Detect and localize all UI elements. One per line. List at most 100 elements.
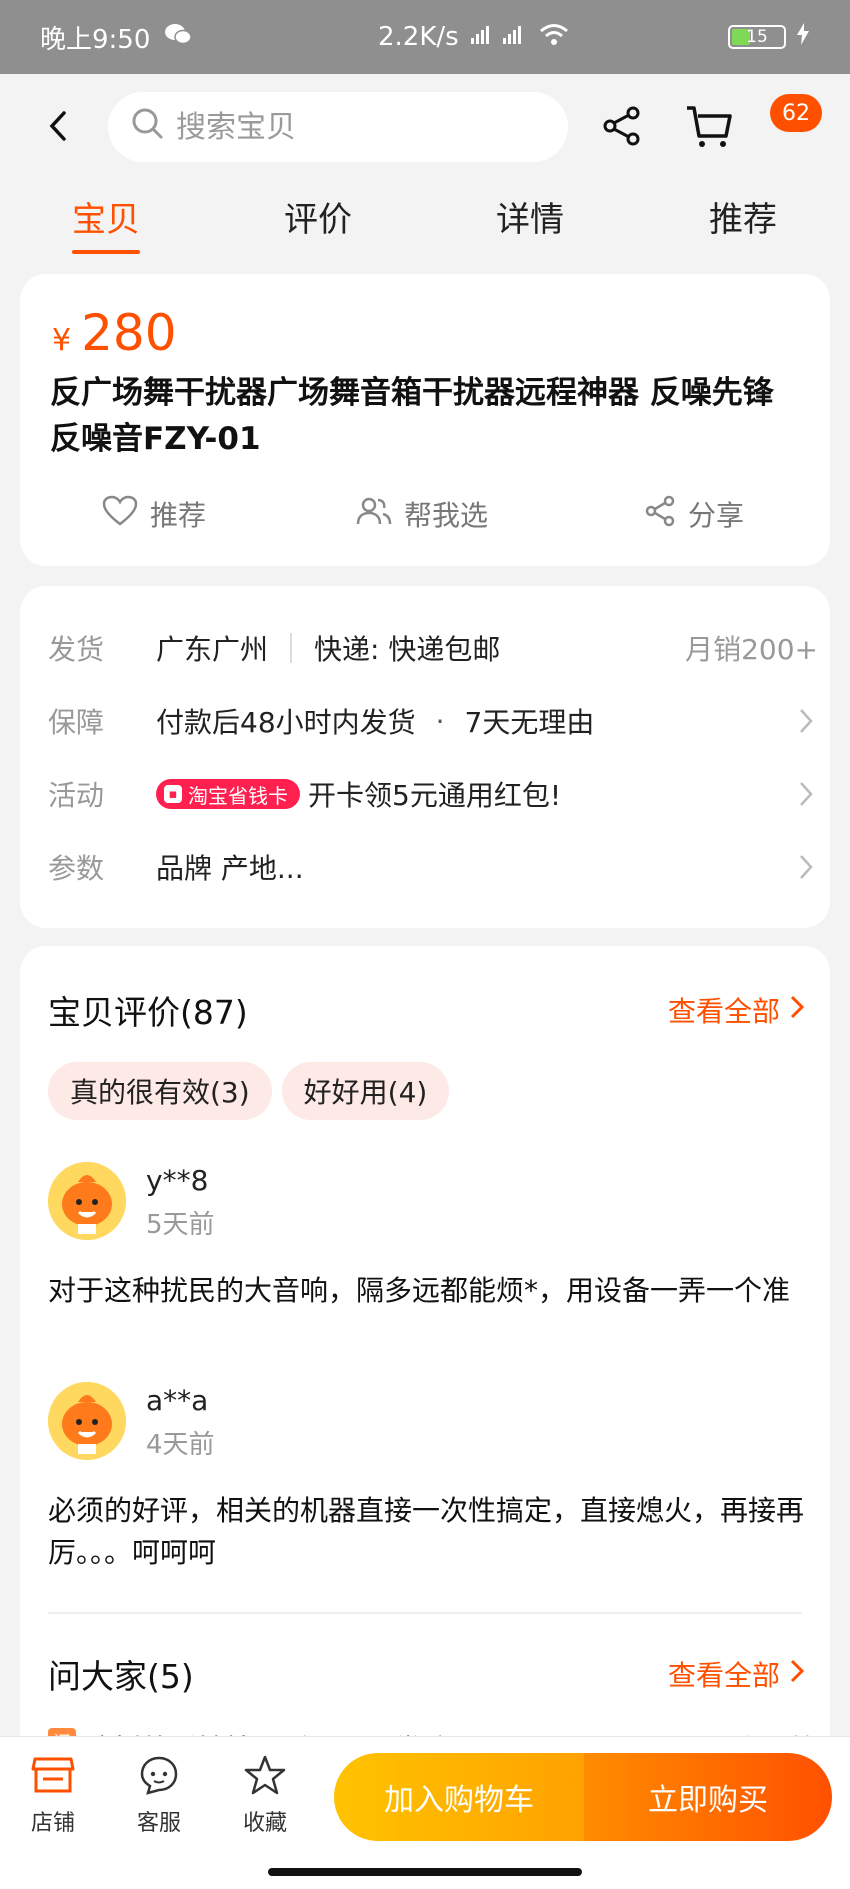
chat-icon — [138, 1751, 180, 1799]
shipping-label: 发货 — [48, 633, 105, 666]
tab-recommend[interactable]: 推荐 — [709, 186, 777, 246]
recommend-button[interactable]: 推荐 — [102, 484, 206, 544]
wallet-icon: ▪ — [164, 785, 182, 803]
tab-details[interactable]: 详情 — [496, 186, 564, 246]
share-icon — [600, 106, 644, 152]
review-text: 对于这种扰民的大音响，隔多远都能烦*，用设备一弄一个准 — [48, 1274, 791, 1307]
params-value: 品牌 产地... — [156, 852, 304, 885]
separator: · — [435, 704, 445, 738]
users-icon — [356, 496, 392, 533]
chevron-right-icon — [798, 707, 814, 742]
search-bar[interactable] — [108, 92, 568, 162]
activity-text: 开卡领5元通用红包! — [308, 779, 562, 812]
tab-reviews[interactable]: 评价 — [284, 186, 352, 246]
cart-button[interactable] — [684, 102, 734, 150]
product-summary-card: ¥ 280 反广场舞干扰器广场舞音箱干扰器远程神器 反噪先锋 反噪音FZY-01… — [20, 274, 830, 566]
status-bar: 晚上9:50 2.2K/s 15 — [0, 0, 850, 74]
divider — [290, 633, 293, 663]
review-item: y**8 5天前 对于这种扰民的大音响，隔多远都能烦*，用设备一弄一个准 — [48, 1162, 818, 1362]
avatar — [48, 1162, 126, 1240]
activity-label: 活动 — [48, 779, 105, 812]
avatar — [48, 1382, 126, 1460]
review-text: 必须的好评，相关的机器直接一次性搞定，直接熄火，再接再厉。。。呵呵呵 — [48, 1494, 805, 1569]
savings-card-badge: ▪ 淘宝省钱卡 — [156, 779, 300, 809]
chevron-right-icon — [798, 853, 814, 888]
guarantee-item: 7天无理由 — [464, 706, 595, 739]
share-button[interactable] — [600, 104, 644, 148]
review-tag[interactable]: 好好用(4) — [281, 1062, 450, 1120]
wifi-icon — [539, 22, 569, 53]
favorite-button[interactable]: 收藏 — [220, 1751, 310, 1837]
review-tag[interactable]: 真的很有效(3) — [48, 1062, 272, 1120]
tab-bar: 宝贝 评价 详情 推荐 — [0, 186, 850, 260]
see-all-label: 查看全部 — [667, 1659, 780, 1692]
badge-label: 淘宝省钱卡 — [188, 783, 288, 808]
params-row[interactable]: 参数 品牌 产地... — [48, 839, 818, 895]
back-icon — [48, 110, 68, 146]
home-indicator[interactable] — [268, 1868, 582, 1876]
params-label: 参数 — [48, 852, 105, 885]
signal-icon — [469, 22, 529, 53]
share-action-button[interactable]: 分享 — [644, 484, 744, 544]
battery-icon: 15 — [728, 25, 786, 49]
guarantee-value: 付款后48小时内发货 · 7天无理由 — [156, 701, 594, 741]
cart-count-badge: 62 — [770, 94, 822, 132]
review-tags: 真的很有效(3) 好好用(4) — [48, 1062, 450, 1120]
express-info: 快递: 快递包邮 — [314, 633, 501, 666]
recommend-label: 推荐 — [150, 499, 207, 532]
price-amount: 280 — [81, 304, 177, 362]
price: ¥ 280 — [52, 304, 177, 362]
reviewer-name: y**8 — [146, 1164, 209, 1197]
wechat-icon — [164, 22, 193, 53]
see-all-label: 查看全部 — [667, 995, 780, 1028]
product-info-card: 发货 广东广州 快递: 快递包邮 月销200+ 保障 付款后48小时内发货 · … — [20, 586, 830, 928]
favorite-label: 收藏 — [242, 1811, 287, 1836]
top-header: 62 宝贝 评价 详情 推荐 — [0, 74, 850, 264]
star-icon — [244, 1751, 286, 1799]
back-button[interactable] — [38, 98, 78, 158]
share-label: 分享 — [688, 499, 745, 532]
shipping-value: 广东广州 快递: 快递包邮 — [156, 628, 500, 668]
search-input[interactable] — [176, 109, 556, 145]
tab-item[interactable]: 宝贝 — [72, 186, 140, 254]
review-item: a**a 4天前 必须的好评，相关的机器直接一次性搞定，直接熄火，再接再厉。。。… — [48, 1382, 818, 1582]
reviews-title: 宝贝评价(87) — [48, 993, 248, 1032]
product-actions: 推荐 帮我选 分享 — [20, 484, 830, 544]
qa-see-all-link[interactable]: 查看全部 — [667, 1654, 805, 1694]
product-title: 反广场舞干扰器广场舞音箱干扰器远程神器 反噪先锋 反噪音FZY-01 — [50, 375, 774, 457]
review-time: 5天前 — [146, 1210, 215, 1240]
shipping-row[interactable]: 发货 广东广州 快递: 快递包邮 月销200+ — [48, 620, 818, 676]
network-speed: 2.2K/s — [378, 22, 459, 52]
heart-icon — [102, 495, 138, 534]
guarantee-item: 付款后48小时内发货 — [156, 706, 416, 739]
customer-service-button[interactable]: 客服 — [114, 1751, 204, 1837]
reviewer-name: a**a — [146, 1384, 209, 1417]
share-icon — [644, 495, 676, 534]
help-choose-label: 帮我选 — [404, 499, 489, 532]
currency-symbol: ¥ — [52, 323, 72, 358]
bottom-action-bar: 店铺 客服 收藏 加入购物车 立即购买 — [0, 1736, 850, 1889]
shop-button[interactable]: 店铺 — [8, 1751, 98, 1837]
shop-label: 店铺 — [30, 1811, 75, 1836]
chevron-right-icon — [798, 780, 814, 815]
search-icon — [130, 106, 164, 148]
chevron-right-icon — [790, 994, 805, 1027]
guarantee-row[interactable]: 保障 付款后48小时内发货 · 7天无理由 — [48, 693, 818, 749]
ship-from-location: 广东广州 — [156, 633, 269, 666]
service-label: 客服 — [136, 1811, 181, 1836]
cart-icon — [684, 106, 734, 154]
reviews-see-all-link[interactable]: 查看全部 — [667, 990, 805, 1030]
help-choose-button[interactable]: 帮我选 — [356, 484, 488, 544]
divider — [48, 1612, 802, 1614]
monthly-sales: 月销200+ — [685, 633, 818, 666]
activity-row[interactable]: 活动 ▪ 淘宝省钱卡 开卡领5元通用红包! — [48, 766, 818, 822]
add-to-cart-button[interactable]: 加入购物车 — [334, 1753, 584, 1841]
shop-icon — [31, 1751, 75, 1799]
review-time: 4天前 — [146, 1430, 215, 1460]
qa-title: 问大家(5) — [48, 1657, 194, 1696]
status-time: 晚上9:50 — [40, 24, 151, 55]
charging-icon — [796, 22, 810, 52]
chevron-right-icon — [790, 1658, 805, 1691]
buy-now-button[interactable]: 立即购买 — [584, 1753, 832, 1841]
guarantee-label: 保障 — [48, 706, 105, 739]
